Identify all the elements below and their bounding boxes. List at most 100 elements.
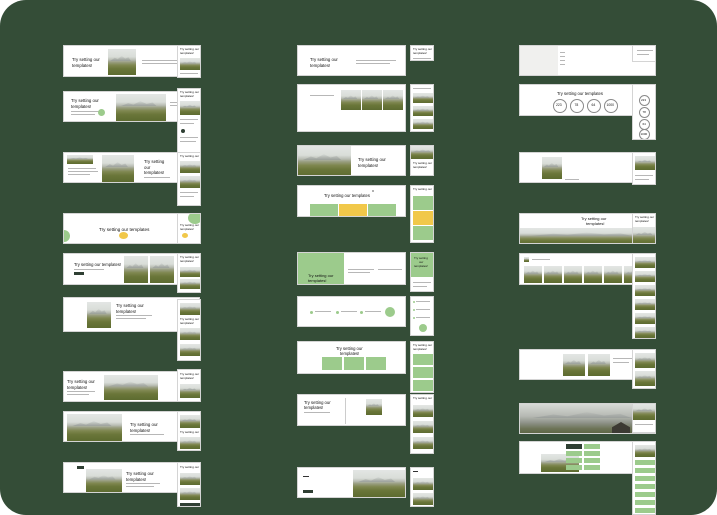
landscape-image — [116, 94, 166, 121]
template-card[interactable]: Try setting our templates! — [297, 145, 406, 176]
landscape-image — [180, 279, 200, 289]
landscape-image — [353, 470, 405, 497]
feature-box — [344, 357, 364, 370]
landscape-image — [180, 488, 200, 500]
landscape-image — [411, 146, 433, 159]
mobile-template-card[interactable]: Try setting our — [177, 411, 201, 451]
landscape-image — [584, 266, 602, 283]
feature-box — [366, 357, 386, 370]
mobile-template-card[interactable]: Try setting our templates! — [177, 299, 201, 361]
stat-circle: 223 — [553, 99, 567, 113]
template-canvas: Try setting our templates! Try setting o… — [0, 0, 717, 515]
feature-box — [413, 211, 433, 225]
landscape-image — [180, 303, 200, 315]
mobile-template-card[interactable]: Try setting our — [177, 152, 201, 206]
mobile-template-card[interactable] — [410, 84, 434, 132]
stat-circle: 1000 — [604, 99, 618, 113]
cta-button[interactable] — [74, 272, 84, 275]
mobile-template-card[interactable] — [632, 253, 656, 339]
feature-box — [310, 204, 338, 216]
landscape-image — [180, 384, 200, 398]
landscape-image — [124, 256, 148, 283]
mobile-template-card[interactable]: 223 78 64 1000 — [632, 84, 656, 140]
template-card[interactable]: Try setting our templates — [297, 185, 406, 217]
landscape-image — [180, 415, 200, 428]
feature-box — [368, 204, 396, 216]
mobile-template-card[interactable] — [632, 403, 656, 433]
landscape-image — [635, 271, 655, 282]
landscape-image — [341, 90, 361, 110]
feature-box — [413, 226, 433, 240]
green-panel: Try setting our templates! — [411, 253, 433, 277]
stat-circle: 1000 — [639, 129, 650, 139]
landscape-image — [413, 106, 433, 116]
stat-circle: 223 — [639, 95, 650, 106]
landscape-image — [180, 473, 200, 485]
mobile-template-card[interactable]: Try setting our templates! — [410, 341, 434, 393]
template-card[interactable]: Try setting our templates! — [297, 252, 406, 285]
mobile-template-card[interactable]: Try setting our templates! — [177, 253, 201, 293]
cta-button[interactable] — [77, 466, 84, 469]
landscape-image — [87, 302, 111, 328]
mobile-template-card[interactable]: Try setting our templates! — [177, 369, 201, 402]
landscape-image — [635, 285, 655, 296]
cta-button[interactable] — [303, 490, 313, 493]
landscape-image — [524, 266, 542, 283]
landscape-image — [635, 445, 655, 457]
landscape-image — [564, 266, 582, 283]
template-card[interactable]: Try setting our templates! — [297, 394, 406, 426]
feature-box — [413, 196, 433, 210]
landscape-image — [180, 437, 200, 449]
landscape-image — [635, 299, 655, 310]
landscape-image — [150, 256, 174, 283]
landscape-image — [413, 405, 433, 417]
template-card[interactable] — [297, 84, 406, 132]
mobile-template-card[interactable]: Try setting our templates! — [177, 213, 201, 244]
mobile-template-card[interactable]: Try setting our — [177, 462, 201, 507]
stat-circle: 78 — [639, 107, 650, 118]
landscape-image — [67, 414, 122, 441]
feature-box — [413, 380, 433, 391]
mobile-template-card[interactable] — [410, 467, 434, 507]
feature-box — [413, 354, 433, 365]
landscape-image — [633, 227, 655, 243]
feature-box — [339, 204, 367, 216]
landscape-image — [366, 399, 382, 415]
stat-circle: 78 — [570, 99, 584, 113]
landscape-image — [413, 493, 433, 505]
mobile-template-card[interactable]: Try setting our templates! — [632, 213, 656, 244]
accent-blob — [64, 230, 70, 242]
template-card[interactable] — [297, 467, 406, 498]
landscape-image — [298, 146, 351, 175]
landscape-image — [542, 157, 562, 179]
mobile-template-card[interactable] — [410, 296, 434, 336]
landscape-image — [413, 93, 433, 103]
mobile-template-card[interactable]: Try setting our templates! — [410, 45, 434, 61]
mobile-template-card[interactable]: Try setting our templates! — [410, 252, 434, 292]
landscape-image — [67, 155, 93, 164]
landscape-image — [383, 90, 403, 110]
template-card[interactable] — [297, 296, 406, 327]
landscape-image — [588, 354, 610, 376]
landscape-image — [635, 353, 655, 368]
landscape-image — [180, 101, 200, 115]
template-heading: Try setting our — [72, 57, 100, 62]
landscape-image — [604, 266, 622, 283]
mobile-template-card[interactable]: Try setting our — [410, 394, 434, 454]
landscape-image — [180, 176, 200, 188]
mobile-template-card[interactable]: Try setting our templates! — [410, 145, 434, 176]
mobile-template-card[interactable] — [632, 45, 656, 62]
mobile-template-card[interactable] — [632, 349, 656, 389]
cta-button[interactable] — [180, 503, 200, 506]
landscape-image — [180, 58, 200, 70]
mobile-template-card[interactable]: Try setting our — [410, 185, 434, 243]
mobile-template-card[interactable] — [632, 441, 656, 515]
landscape-image — [180, 267, 200, 277]
template-card[interactable]: Try setting our templates! — [297, 45, 406, 76]
template-card[interactable]: Try setting our templates! — [297, 341, 406, 374]
accent-circle — [419, 324, 427, 332]
accent-dot — [372, 190, 374, 192]
mobile-template-card[interactable]: Try setting our templates! — [177, 45, 201, 78]
mobile-template-card[interactable] — [632, 152, 656, 185]
landscape-image — [413, 421, 433, 433]
